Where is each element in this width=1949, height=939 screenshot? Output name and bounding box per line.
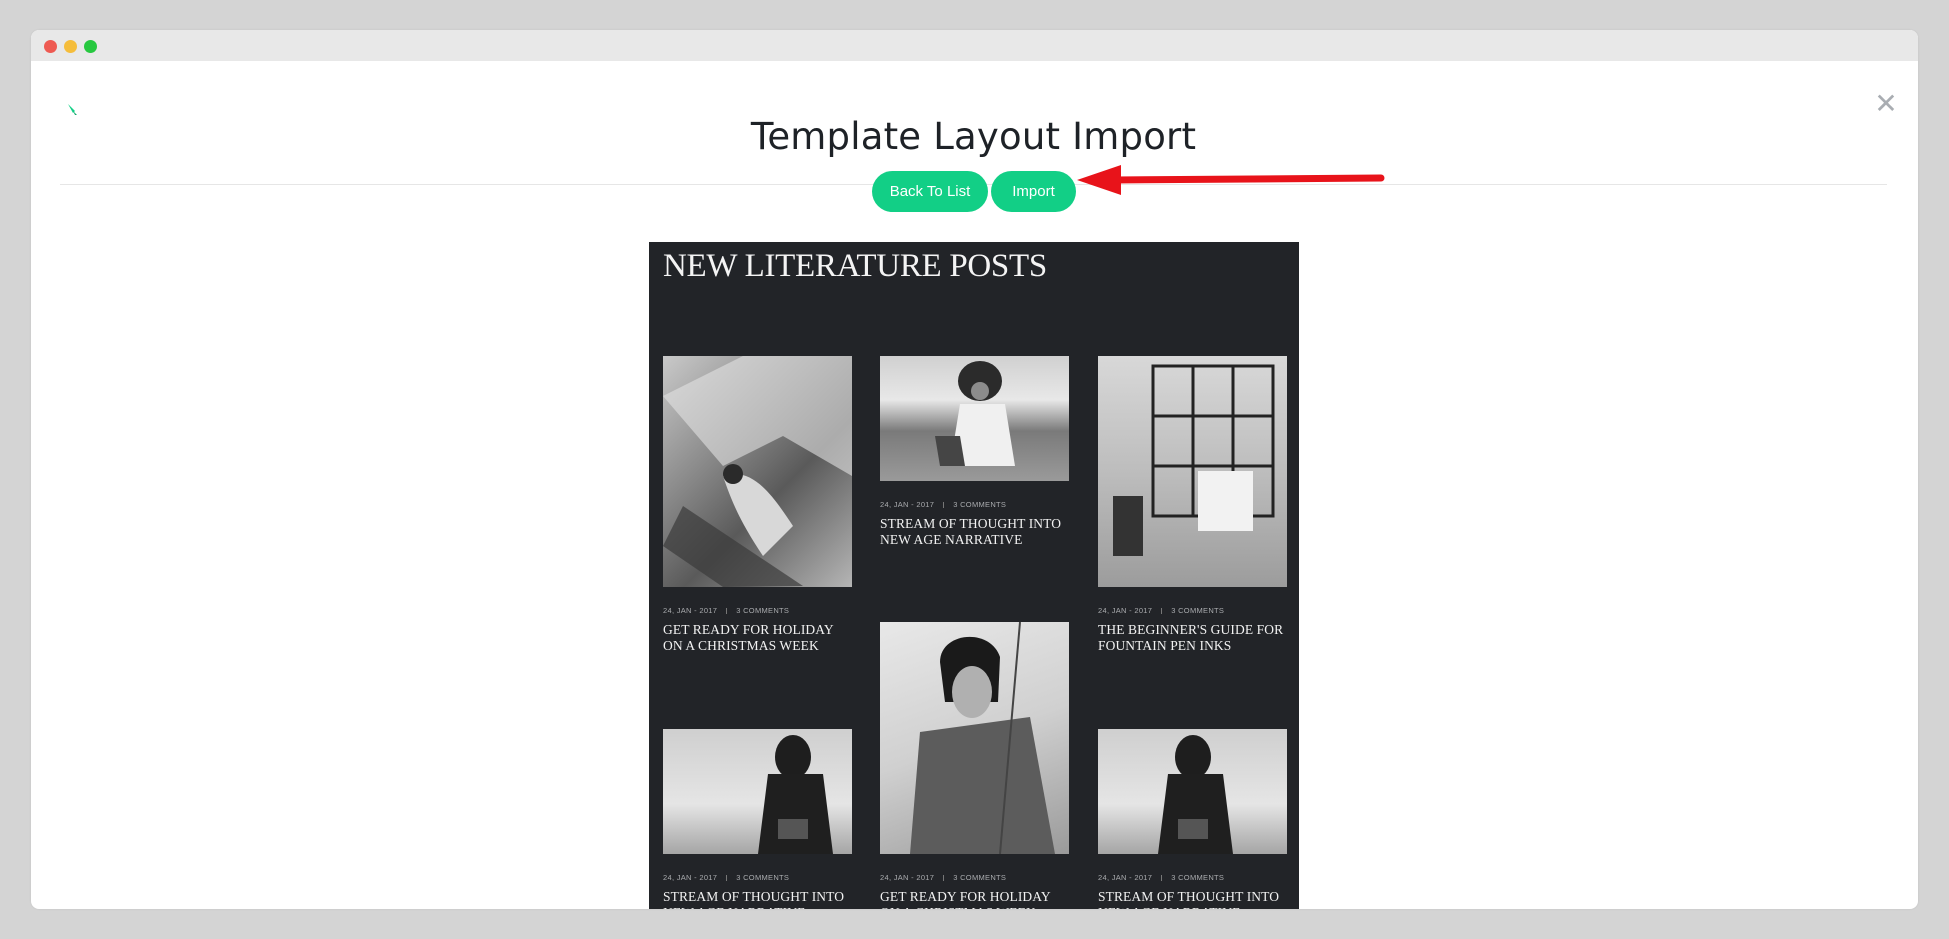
post-title[interactable]: THE BEGINNER'S GUIDE FOR FOUNTAIN PEN IN… [1098, 622, 1287, 654]
preview-heading: NEW LITERATURE POSTS [663, 248, 1047, 284]
action-buttons: Back To List Import [31, 171, 1918, 213]
post-card[interactable]: 24, JAN - 2017 3 COMMENTS STREAM OF THOUG… [1098, 729, 1287, 909]
post-image [1098, 356, 1287, 587]
post-title[interactable]: GET READY FOR HOLIDAY ON A CHRISTMAS WEE… [663, 622, 852, 654]
post-title[interactable]: GET READY FOR HOLIDAY ON A CHRISTMAS WEE… [880, 889, 1069, 909]
post-card[interactable]: 24, JAN - 2017 3 COMMENTS GET READY FOR H… [663, 356, 852, 654]
post-image [1098, 729, 1287, 854]
post-card[interactable]: 24, JAN - 2017 3 COMMENTS STREAM OF THOUG… [880, 356, 1069, 548]
post-image [663, 729, 852, 854]
close-icon[interactable]: ✕ [1874, 90, 1898, 118]
window-titlebar [31, 30, 1918, 61]
modal-window: Template Layout Import ✕ Back To List Im… [31, 30, 1918, 909]
page-title: Template Layout Import [750, 115, 1197, 158]
modal-header: Template Layout Import [60, 61, 1887, 185]
window-minimize-dot[interactable] [64, 40, 77, 53]
post-title[interactable]: STREAM OF THOUGHT INTO NEW AGE NARRATIVE [1098, 889, 1287, 909]
post-title[interactable]: STREAM OF THOUGHT INTO NEW AGE NARRATIVE [880, 516, 1069, 548]
post-image [663, 356, 852, 587]
window-maximize-dot[interactable] [84, 40, 97, 53]
window-close-dot[interactable] [44, 40, 57, 53]
red-arrow-annotation [1077, 165, 1385, 195]
post-card[interactable]: 24, JAN - 2017 3 COMMENTS GET READY FOR H… [880, 622, 1069, 909]
post-card[interactable]: 24, JAN - 2017 3 COMMENTS STREAM OF THOUG… [663, 729, 852, 909]
back-to-list-button[interactable]: Back To List [872, 171, 988, 212]
template-preview: NEW LITERATURE POSTS 24, JAN - 2017 3 COM… [649, 242, 1299, 909]
import-button[interactable]: Import [991, 171, 1076, 212]
post-title[interactable]: STREAM OF THOUGHT INTO NEW AGE NARRATIVE [663, 889, 852, 909]
post-image [880, 356, 1069, 481]
post-image [880, 622, 1069, 854]
post-card[interactable]: 24, JAN - 2017 3 COMMENTS THE BEGINNER'S … [1098, 356, 1287, 654]
